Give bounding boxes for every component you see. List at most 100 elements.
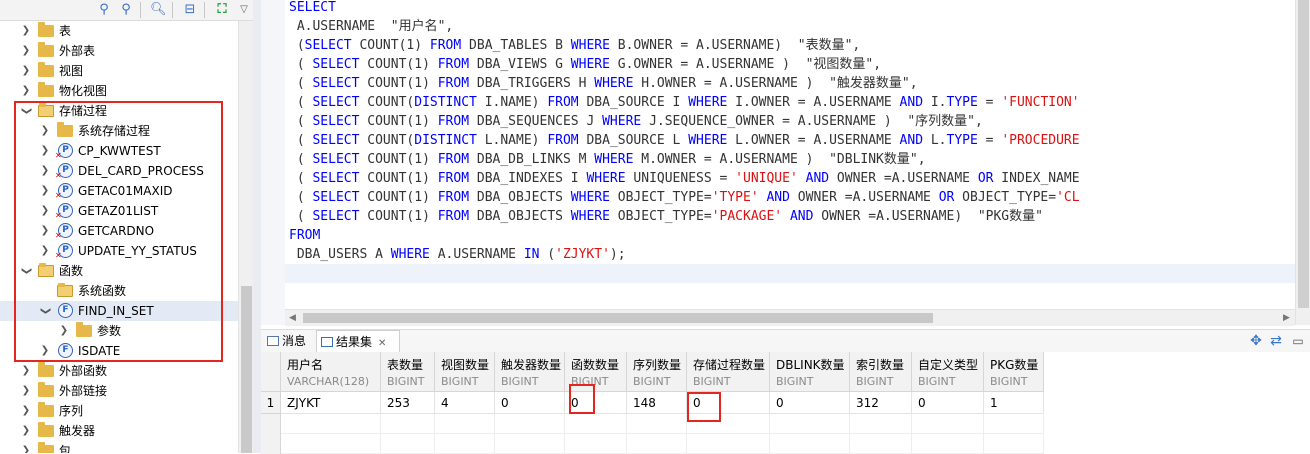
collapse-all-icon[interactable]: ⊟ xyxy=(182,2,198,18)
scrollbar-thumb[interactable] xyxy=(303,313,933,323)
table-cell[interactable]: 148 xyxy=(627,392,687,414)
code-line[interactable]: ( SELECT COUNT(1) FROM DBA_OBJECTS WHERE… xyxy=(289,207,1043,226)
sql-text: OBJECT_TYPE= xyxy=(609,209,712,224)
code-line[interactable]: FROM xyxy=(289,226,320,245)
connect-icon[interactable]: ⚲ xyxy=(96,2,112,18)
sql-text: L. xyxy=(923,133,947,148)
code-line[interactable]: ( SELECT COUNT(1) FROM DBA_DB_LINKS M WH… xyxy=(289,150,926,169)
pane-splitter[interactable] xyxy=(253,0,261,453)
code-line[interactable]: ( SELECT COUNT(DISTINCT I.NAME) FROM DBA… xyxy=(289,93,1080,112)
chevron-right-icon[interactable]: ❯ xyxy=(20,401,32,421)
chevron-right-icon[interactable]: ❯ xyxy=(20,361,32,381)
pin-icon[interactable]: ✥ xyxy=(1248,333,1264,349)
column-header[interactable]: 序列数量 BIGINT xyxy=(627,352,687,392)
tree-scrollbar[interactable] xyxy=(238,21,253,453)
sql-editor[interactable]: SELECT A.USERNAME "用户名", (SELECT COUNT(1… xyxy=(285,0,1295,310)
table-cell[interactable]: 1 xyxy=(984,392,1044,414)
table-cell[interactable]: 0 xyxy=(912,392,984,414)
empty-cell xyxy=(687,434,770,454)
tab-messages[interactable]: 消息 xyxy=(263,330,315,352)
column-header[interactable]: PKG数量 BIGINT xyxy=(984,352,1044,392)
sql-text: COUNT(1) xyxy=(359,152,438,167)
column-header[interactable]: 用户名 VARCHAR(128) xyxy=(281,352,381,392)
code-line[interactable]: SELECT xyxy=(289,0,336,17)
code-line[interactable]: ( SELECT COUNT(1) FROM DBA_SEQUENCES J W… xyxy=(289,112,983,131)
scroll-right-icon[interactable]: ▶ xyxy=(1283,310,1290,326)
tree-item-sequences[interactable]: ❯ 序列 xyxy=(0,401,238,421)
tree-toolbar: ⚲ ⚲ 🔍︎ ⊟ ⛶ ▽ xyxy=(0,0,253,21)
disconnect-icon[interactable]: ⚲ xyxy=(118,2,134,18)
scroll-left-icon[interactable]: ◀ xyxy=(289,310,296,326)
sql-keyword: SELECT xyxy=(304,38,352,53)
chevron-right-icon[interactable]: ❯ xyxy=(20,81,32,101)
code-line[interactable]: ( SELECT COUNT(1) FROM DBA_TRIGGERS H WH… xyxy=(289,74,918,93)
tree-item-packages[interactable]: ❯ 包 xyxy=(0,441,238,453)
view-menu-icon[interactable]: ▽ xyxy=(236,2,252,18)
empty-cell xyxy=(381,434,435,454)
scrollbar-thumb[interactable] xyxy=(241,286,252,453)
column-header[interactable]: 自定义类型 BIGINT xyxy=(912,352,984,392)
code-line[interactable]: ( SELECT COUNT(1) FROM DBA_INDEXES I WHE… xyxy=(289,169,1080,188)
minimize-icon[interactable]: ▭ xyxy=(1290,333,1306,349)
column-header[interactable]: DBLINK数量 BIGINT xyxy=(770,352,850,392)
editor-vertical-scrollbar[interactable] xyxy=(1295,0,1310,325)
code-line[interactable] xyxy=(285,264,1295,283)
sql-text: A.USERNAME "用户名", xyxy=(289,19,454,34)
chevron-right-icon[interactable]: ❯ xyxy=(20,21,32,41)
tree-item-external-links[interactable]: ❯ 外部链接 xyxy=(0,381,238,401)
editor-gutter xyxy=(261,0,286,325)
column-type: BIGINT xyxy=(633,375,671,388)
sql-keyword: OR xyxy=(977,171,994,186)
chevron-right-icon[interactable]: ❯ xyxy=(20,421,32,441)
chevron-right-icon[interactable]: ❯ xyxy=(20,41,32,61)
column-header[interactable]: 存储过程数量 BIGINT xyxy=(687,352,770,392)
sql-keyword: AND xyxy=(805,171,830,186)
code-line[interactable]: (SELECT COUNT(1) FROM DBA_TABLES B WHERE… xyxy=(289,36,860,55)
tree-item-external-functions[interactable]: ❯ 外部函数 xyxy=(0,361,238,381)
table-cell[interactable]: ZJYKT xyxy=(281,392,381,414)
sql-keyword: SELECT xyxy=(312,76,360,91)
sql-text: OBJECT_TYPE= xyxy=(609,190,712,205)
sql-text: COUNT(1) xyxy=(359,171,438,186)
empty-cell xyxy=(435,434,495,454)
table-cell[interactable]: 4 xyxy=(435,392,495,414)
sql-keyword: FROM xyxy=(437,209,470,224)
column-header[interactable]: 索引数量 BIGINT xyxy=(850,352,912,392)
tab-results[interactable]: 结果集 ✕ xyxy=(316,330,400,353)
sql-text: COUNT(1) xyxy=(359,114,438,129)
chevron-right-icon[interactable]: ❯ xyxy=(20,381,32,401)
table-cell[interactable]: 0 xyxy=(495,392,565,414)
column-header[interactable]: 触发器数量 BIGINT xyxy=(495,352,565,392)
sql-text: ( xyxy=(289,76,313,91)
code-line[interactable]: DBA_USERS A WHERE A.USERNAME IN ('ZJYKT'… xyxy=(289,245,626,264)
scrollbar-thumb[interactable] xyxy=(1298,0,1309,308)
tree-item-triggers[interactable]: ❯ 触发器 xyxy=(0,421,238,441)
table-cell[interactable]: 0 xyxy=(770,392,850,414)
table-cell[interactable]: 312 xyxy=(850,392,912,414)
sync-icon[interactable]: ⇄ xyxy=(1268,333,1284,349)
code-line[interactable]: ( SELECT COUNT(1) FROM DBA_VIEWS G WHERE… xyxy=(289,55,881,74)
table-cell[interactable]: 253 xyxy=(381,392,435,414)
tree-item-external-tables[interactable]: ❯ 外部表 xyxy=(0,41,238,61)
sql-text: ( xyxy=(289,38,305,53)
editor-horizontal-scrollbar[interactable]: ◀ ▶ xyxy=(285,309,1295,326)
code-line[interactable]: ( SELECT COUNT(1) FROM DBA_OBJECTS WHERE… xyxy=(289,188,1080,207)
tree-item-materialized-views[interactable]: ❯ 物化视图 xyxy=(0,81,238,101)
column-header[interactable]: 表数量 BIGINT xyxy=(381,352,435,392)
column-header[interactable]: 视图数量 BIGINT xyxy=(435,352,495,392)
tab-label: 消息 xyxy=(282,334,307,348)
tree-item-views[interactable]: ❯ 视图 xyxy=(0,61,238,81)
expand-icon[interactable]: ⛶ xyxy=(214,2,230,18)
chevron-right-icon[interactable]: ❯ xyxy=(20,61,32,81)
code-line[interactable]: A.USERNAME "用户名", xyxy=(289,17,453,36)
chevron-right-icon[interactable]: ❯ xyxy=(20,441,32,453)
tree-item-label: 外部表 xyxy=(59,44,96,58)
code-line[interactable]: ( SELECT COUNT(DISTINCT L.NAME) FROM DBA… xyxy=(289,131,1080,150)
tree-item-tables[interactable]: ❯ 表 xyxy=(0,21,238,41)
search-icon[interactable]: 🔍︎ xyxy=(150,2,167,18)
sql-text: DBA_OBJECTS xyxy=(469,190,571,205)
empty-cell xyxy=(770,414,850,434)
close-icon[interactable]: ✕ xyxy=(378,338,386,349)
row-number[interactable]: 1 xyxy=(261,392,281,414)
